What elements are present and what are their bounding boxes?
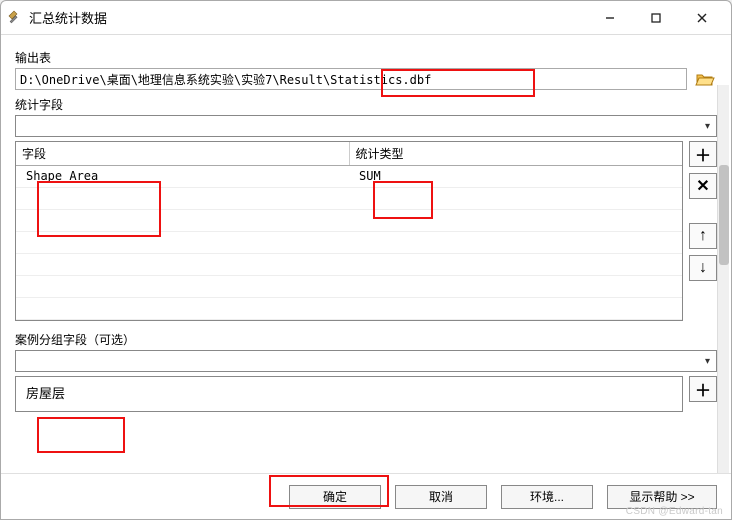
table-row[interactable] (16, 188, 682, 210)
grid-header-stat-type: 统计类型 (350, 142, 683, 165)
chevron-down-icon: ▾ (701, 121, 714, 132)
arrow-down-icon: ↓ (699, 259, 707, 277)
cell-stat-type: SUM (349, 166, 682, 187)
output-label: 输出表 (15, 49, 717, 66)
dialog-content: 输出表 统计字段 ▾ 字段 统计类型 (1, 35, 731, 473)
arrow-up-icon: ↑ (699, 227, 707, 245)
dialog-window: 汇总统计数据 输出表 统计字段 ▾ (0, 0, 732, 520)
stat-grid[interactable]: 字段 统计类型 Shape_Area SUM (15, 141, 683, 321)
browse-button[interactable] (693, 68, 717, 90)
folder-open-icon (695, 70, 715, 88)
window-title: 汇总统计数据 (29, 8, 107, 27)
list-item[interactable]: 房屋层 (26, 386, 65, 401)
minimize-button[interactable] (587, 3, 633, 33)
scrollbar-thumb[interactable] (719, 165, 729, 265)
grid-header: 字段 统计类型 (16, 142, 682, 166)
add-case-button[interactable]: ＋ (689, 376, 717, 402)
cell-field: Shape_Area (16, 166, 349, 187)
grid-body: Shape_Area SUM (16, 166, 682, 320)
table-row[interactable] (16, 232, 682, 254)
case-field-list[interactable]: 房屋层 (15, 376, 683, 412)
stat-field-label: 统计字段 (15, 96, 717, 113)
table-row[interactable] (16, 254, 682, 276)
stat-field-combo[interactable]: ▾ (15, 115, 717, 137)
x-icon: ✕ (696, 176, 709, 196)
table-row[interactable] (16, 210, 682, 232)
table-row[interactable]: Shape_Area SUM (16, 166, 682, 188)
chevron-down-icon: ▾ (701, 356, 714, 367)
cancel-button[interactable]: 取消 (395, 485, 487, 509)
grid-side-buttons: ＋ ✕ ↑ ↓ (689, 141, 717, 321)
add-row-button[interactable]: ＋ (689, 141, 717, 167)
plus-icon: ＋ (695, 142, 711, 166)
table-row[interactable] (16, 298, 682, 320)
grid-header-field: 字段 (16, 142, 350, 165)
case-field-label: 案例分组字段（可选） (15, 331, 717, 348)
maximize-button[interactable] (633, 3, 679, 33)
close-button[interactable] (679, 3, 725, 33)
button-bar: 确定 取消 环境... 显示帮助 >> (1, 473, 731, 519)
environment-button[interactable]: 环境... (501, 485, 593, 509)
watermark: CSDN @Edward-tan (626, 506, 723, 517)
case-field-combo[interactable]: ▾ (15, 350, 717, 372)
case-side-buttons: ＋ (689, 376, 717, 412)
plus-icon: ＋ (695, 377, 711, 401)
remove-row-button[interactable]: ✕ (689, 173, 717, 199)
vertical-scrollbar[interactable] (717, 85, 729, 473)
move-up-button[interactable]: ↑ (689, 223, 717, 249)
show-help-button[interactable]: 显示帮助 >> (607, 485, 717, 509)
titlebar: 汇总统计数据 (1, 1, 731, 35)
output-path-input[interactable] (15, 68, 687, 90)
move-down-button[interactable]: ↓ (689, 255, 717, 281)
table-row[interactable] (16, 276, 682, 298)
hammer-icon (7, 10, 23, 26)
ok-button[interactable]: 确定 (289, 485, 381, 509)
